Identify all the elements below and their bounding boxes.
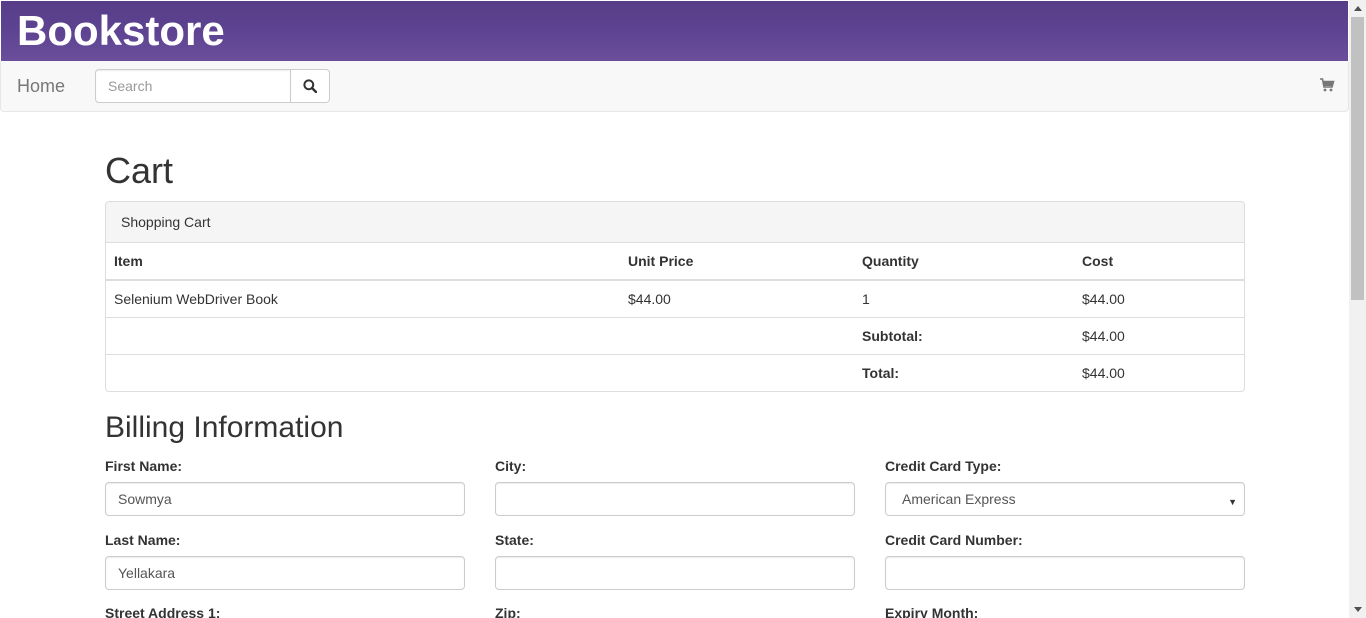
first-name-group: First Name: <box>105 458 465 516</box>
shopping-cart-panel: Shopping Cart Item Unit Price Quantity C… <box>105 201 1245 392</box>
navbar: Home <box>0 61 1349 112</box>
card-number-label: Credit Card Number: <box>885 532 1023 548</box>
column-header-item: Item <box>106 243 620 281</box>
site-banner: Bookstore <box>1 1 1348 61</box>
subtotal-value: $44.00 <box>1074 316 1244 354</box>
expiry-month-label: Expiry Month: <box>885 605 979 618</box>
card-type-label: Credit Card Type: <box>885 458 1002 474</box>
search-icon <box>303 79 317 93</box>
cell-quantity: 1 <box>862 290 870 307</box>
state-label: State: <box>495 532 534 548</box>
zip-group: Zip: <box>495 605 855 618</box>
column-header-unit-price: Unit Price <box>620 243 854 281</box>
search-button[interactable] <box>291 69 330 103</box>
table-row: Selenium WebDriver Book $44.00 1 $44.00 <box>106 280 1244 317</box>
chevron-down-icon: ▼ <box>1228 497 1237 507</box>
cell-unit-price: $44.00 <box>628 290 671 307</box>
cell-item: Selenium WebDriver Book <box>114 290 278 307</box>
site-title: Bookstore <box>17 7 225 54</box>
state-field[interactable] <box>495 556 855 590</box>
card-type-group: Credit Card Type: American Express ▼ <box>885 458 1245 516</box>
card-type-selected-value: American Express <box>902 491 1016 507</box>
scroll-down-arrow-icon[interactable] <box>1349 601 1366 618</box>
panel-heading: Shopping Cart <box>106 202 1244 243</box>
state-group: State: <box>495 532 855 590</box>
zip-label: Zip: <box>495 605 521 618</box>
city-label: City: <box>495 458 527 474</box>
street-address-1-group: Street Address 1: <box>105 605 465 618</box>
card-number-field[interactable] <box>885 556 1245 590</box>
total-value: $44.00 <box>1074 353 1244 391</box>
cart-table: Item Unit Price Quantity Cost Selenium W… <box>106 243 1244 391</box>
nav-home-link[interactable]: Home <box>17 75 65 97</box>
column-header-quantity: Quantity <box>854 243 1074 281</box>
city-group: City: <box>495 458 855 516</box>
search-input[interactable] <box>95 69 291 103</box>
shopping-cart-icon[interactable] <box>1319 77 1335 93</box>
column-header-cost: Cost <box>1074 243 1244 281</box>
subtotal-row: Subtotal: $44.00 <box>106 316 1244 354</box>
first-name-field[interactable] <box>105 482 465 516</box>
total-row: Total: $44.00 <box>106 353 1244 391</box>
last-name-label: Last Name: <box>105 532 181 548</box>
city-field[interactable] <box>495 482 855 516</box>
page-title: Cart <box>105 150 174 191</box>
scroll-up-arrow-icon[interactable] <box>1349 0 1366 17</box>
cell-cost: $44.00 <box>1082 290 1125 307</box>
table-header-row: Item Unit Price Quantity Cost <box>106 243 1244 281</box>
page-viewport: Bookstore Home Cart Shopping Cart <box>0 0 1349 618</box>
first-name-label: First Name: <box>105 458 183 474</box>
total-label: Total: <box>854 353 1074 391</box>
street-address-1-label: Street Address 1: <box>105 605 221 618</box>
scrollbar-thumb[interactable] <box>1351 17 1364 300</box>
card-type-select[interactable]: American Express ▼ <box>885 482 1245 516</box>
card-number-group: Credit Card Number: <box>885 532 1245 590</box>
last-name-group: Last Name: <box>105 532 465 590</box>
expiry-month-group: Expiry Month: <box>885 605 1245 618</box>
last-name-field[interactable] <box>105 556 465 590</box>
vertical-scrollbar[interactable] <box>1349 0 1366 618</box>
billing-section-title: Billing Information <box>105 411 344 444</box>
search-form <box>95 69 330 103</box>
subtotal-label: Subtotal: <box>854 316 1074 354</box>
